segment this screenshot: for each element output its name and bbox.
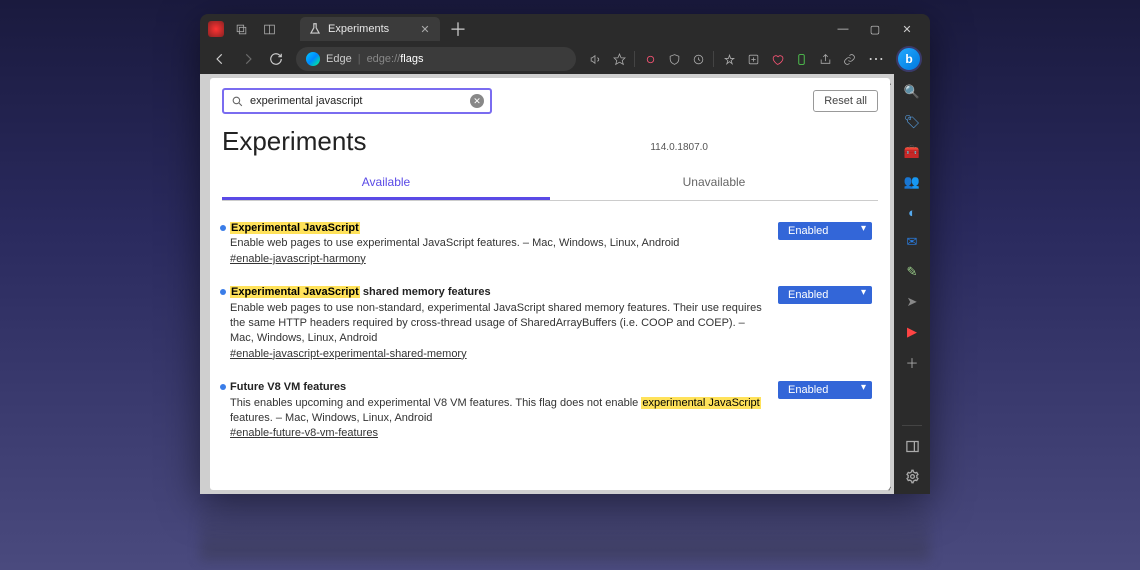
search-icon[interactable]: 🔍 — [902, 82, 922, 102]
flag-state-select[interactable]: DefaultEnabledDisabled — [778, 286, 872, 304]
flask-icon — [308, 22, 322, 36]
read-aloud-icon[interactable] — [584, 48, 606, 70]
performance-icon[interactable] — [790, 48, 812, 70]
edge-icon — [306, 52, 320, 66]
modified-dot-icon — [220, 225, 226, 231]
search-input[interactable] — [250, 95, 464, 107]
window-split-icon[interactable] — [258, 18, 280, 40]
titlebar: Experiments ✕ ＋ — ▢ ✕ — [200, 14, 930, 44]
tools-icon[interactable]: 🧰 — [902, 142, 922, 162]
flag-text: Experimental JavaScriptEnable web pages … — [230, 221, 764, 267]
tracking-icon[interactable] — [639, 48, 661, 70]
browser-window: Experiments ✕ ＋ — ▢ ✕ Edge | edge://flag… — [200, 14, 930, 494]
address-url: edge://flags — [367, 53, 424, 65]
youtube-icon[interactable]: ▶ — [902, 322, 922, 342]
link-icon[interactable] — [838, 48, 860, 70]
tab-available[interactable]: Available — [222, 167, 550, 200]
menu-button[interactable]: ⋯ — [864, 47, 888, 71]
sidebar-toggle-icon[interactable] — [902, 436, 922, 456]
modified-dot-icon — [220, 384, 226, 390]
tag-icon[interactable]: 🏷 — [902, 112, 922, 132]
refresh-button[interactable] — [264, 47, 288, 71]
heart-icon[interactable] — [766, 48, 788, 70]
add-icon[interactable]: ＋ — [902, 352, 922, 372]
collections-icon[interactable] — [742, 48, 764, 70]
flag-title: Future V8 VM features — [230, 380, 764, 395]
flag-state-select[interactable]: DefaultEnabledDisabled — [778, 222, 872, 240]
flag-description: Enable web pages to use non-standard, ex… — [230, 301, 764, 347]
apps-icon[interactable]: ◐ — [902, 202, 922, 222]
close-button[interactable]: ✕ — [892, 16, 922, 42]
address-bar[interactable]: Edge | edge://flags — [296, 47, 576, 71]
window-duplicate-icon[interactable] — [230, 18, 252, 40]
edge-sidebar: 🔍 🏷 🧰 👥 ◐ ✉ ✎ ➤ ▶ ＋ — [894, 74, 930, 494]
send-icon[interactable]: ➤ — [902, 292, 922, 312]
flag-title: Experimental JavaScript — [230, 221, 764, 236]
forward-button[interactable] — [236, 47, 260, 71]
favorites-bar-icon[interactable] — [718, 48, 740, 70]
flag-anchor-link[interactable]: #enable-future-v8-vm-features — [230, 426, 764, 441]
page-tabs: AvailableUnavailable — [222, 167, 878, 201]
flag-row: Experimental JavaScriptEnable web pages … — [222, 221, 878, 267]
flag-state-select[interactable]: DefaultEnabledDisabled — [778, 381, 872, 399]
flag-row: Future V8 VM featuresThis enables upcomi… — [222, 380, 878, 442]
new-tab-button[interactable]: ＋ — [446, 17, 470, 41]
flag-search-box: ✕ — [222, 88, 492, 114]
flag-title: Experimental JavaScript shared memory fe… — [230, 285, 764, 300]
outlook-icon[interactable]: ✉ — [902, 232, 922, 252]
bing-chat-button[interactable]: b — [896, 46, 922, 72]
modified-dot-icon — [220, 289, 226, 295]
toolbar: Edge | edge://flags ⋯ b — [200, 44, 930, 74]
reset-all-button[interactable]: Reset all — [813, 90, 878, 112]
settings-icon[interactable] — [902, 466, 922, 486]
minimize-button[interactable]: — — [828, 16, 858, 42]
edit-icon[interactable]: ✎ — [902, 262, 922, 282]
flag-row: Experimental JavaScript shared memory fe… — [222, 285, 878, 362]
share-icon[interactable] — [814, 48, 836, 70]
shield-icon[interactable] — [663, 48, 685, 70]
tab-label: Experiments — [328, 23, 412, 35]
extensions-icon[interactable] — [687, 48, 709, 70]
flag-anchor-link[interactable]: #enable-javascript-harmony — [230, 252, 764, 267]
flag-text: Future V8 VM featuresThis enables upcomi… — [230, 380, 764, 442]
search-icon — [230, 94, 244, 108]
flag-anchor-link[interactable]: #enable-javascript-experimental-shared-m… — [230, 347, 764, 362]
address-app-label: Edge — [326, 53, 352, 65]
back-button[interactable] — [208, 47, 232, 71]
maximize-button[interactable]: ▢ — [860, 16, 890, 42]
tab-close-icon[interactable]: ✕ — [418, 22, 432, 36]
flag-description: Enable web pages to use experimental Jav… — [230, 236, 764, 251]
favorite-icon[interactable] — [608, 48, 630, 70]
address-separator: | — [358, 53, 361, 65]
version-label: 114.0.1807.0 — [650, 142, 708, 153]
flag-description: This enables upcoming and experimental V… — [230, 396, 764, 427]
tab-unavailable[interactable]: Unavailable — [550, 167, 878, 200]
sidebar-separator — [902, 425, 922, 426]
app-icon — [208, 21, 224, 37]
flag-text: Experimental JavaScript shared memory fe… — [230, 285, 764, 362]
clear-search-button[interactable]: ✕ — [470, 94, 484, 108]
browser-tab[interactable]: Experiments ✕ — [300, 17, 440, 41]
flags-list: Experimental JavaScriptEnable web pages … — [222, 221, 878, 442]
people-icon[interactable]: 👥 — [902, 172, 922, 192]
page-content: ✕ Reset all Experiments 114.0.1807.0 Ava… — [210, 78, 890, 490]
page-title: Experiments — [222, 126, 367, 157]
